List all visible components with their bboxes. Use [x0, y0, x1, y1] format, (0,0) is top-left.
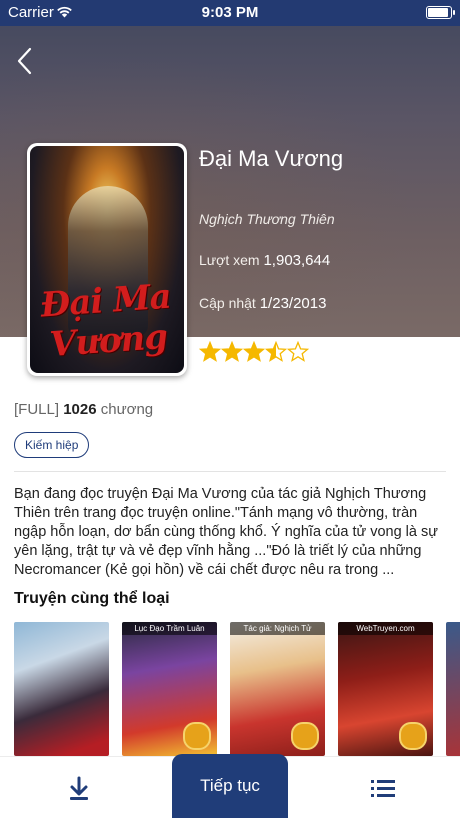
continue-reading-button[interactable]: Tiếp tục	[172, 754, 288, 818]
chapter-info: [FULL] 1026 chương	[14, 401, 153, 418]
book-title: Đại Ma Vương	[199, 146, 344, 171]
star-icon	[287, 341, 309, 362]
status-bar: Carrier 9:03 PM	[0, 0, 460, 26]
rating-stars	[199, 341, 309, 362]
cover-image: Đại Ma Vương	[30, 146, 184, 373]
star-icon	[265, 341, 287, 362]
updated-row: Cập nhật 1/23/2013	[199, 295, 326, 312]
chapter-unit: chương	[100, 401, 154, 418]
divider	[14, 471, 446, 472]
battery-icon	[426, 6, 455, 19]
updated-date: 1/23/2013	[259, 295, 327, 312]
star-icon	[243, 341, 265, 362]
genre-tag[interactable]: Kiếm hiệp	[14, 432, 90, 458]
updated-label: Cập nhật	[199, 295, 256, 311]
book-caption: Tác giả: Nghịch Tử	[230, 622, 325, 635]
cover-title-text: Đại Ma Vương	[39, 276, 172, 365]
download-icon[interactable]	[62, 772, 96, 806]
genre-book-5[interactable]	[446, 622, 460, 756]
chapter-count: 1026	[63, 401, 97, 418]
badge-icon	[291, 722, 319, 750]
book-author: Nghịch Thương Thiên	[199, 211, 335, 227]
views-row: Lượt xem 1,903,644	[199, 252, 330, 269]
genre-book-4[interactable]: WebTruyen.com	[338, 622, 433, 756]
book-caption: WebTruyen.com	[338, 622, 433, 635]
back-chevron-icon[interactable]	[14, 46, 38, 76]
same-genre-heading: Truyện cùng thể loại	[14, 590, 170, 607]
genre-book-1[interactable]	[14, 622, 109, 756]
status-time: 9:03 PM	[201, 4, 259, 21]
book-description: Bạn đang đọc truyện Đại Ma Vương của tác…	[14, 486, 438, 578]
book-caption: Lục Đạo Trầm Luân	[122, 622, 217, 635]
badge-icon	[399, 722, 427, 750]
views-count: 1,903,644	[263, 252, 331, 269]
badge-icon	[183, 722, 211, 750]
views-label: Lượt xem	[199, 252, 260, 268]
star-icon	[221, 341, 243, 362]
genre-book-2[interactable]: Lục Đạo Trầm Luân	[122, 622, 217, 756]
genre-book-3[interactable]: Tác giả: Nghịch Tử	[230, 622, 325, 756]
same-genre-list[interactable]: Lục Đạo Trầm Luân Tác giả: Nghịch Tử Web…	[14, 622, 460, 756]
chapter-list-icon[interactable]	[366, 772, 400, 806]
book-status: [FULL]	[14, 401, 60, 418]
star-icon	[199, 341, 221, 362]
book-cover: Đại Ma Vương	[27, 143, 187, 376]
